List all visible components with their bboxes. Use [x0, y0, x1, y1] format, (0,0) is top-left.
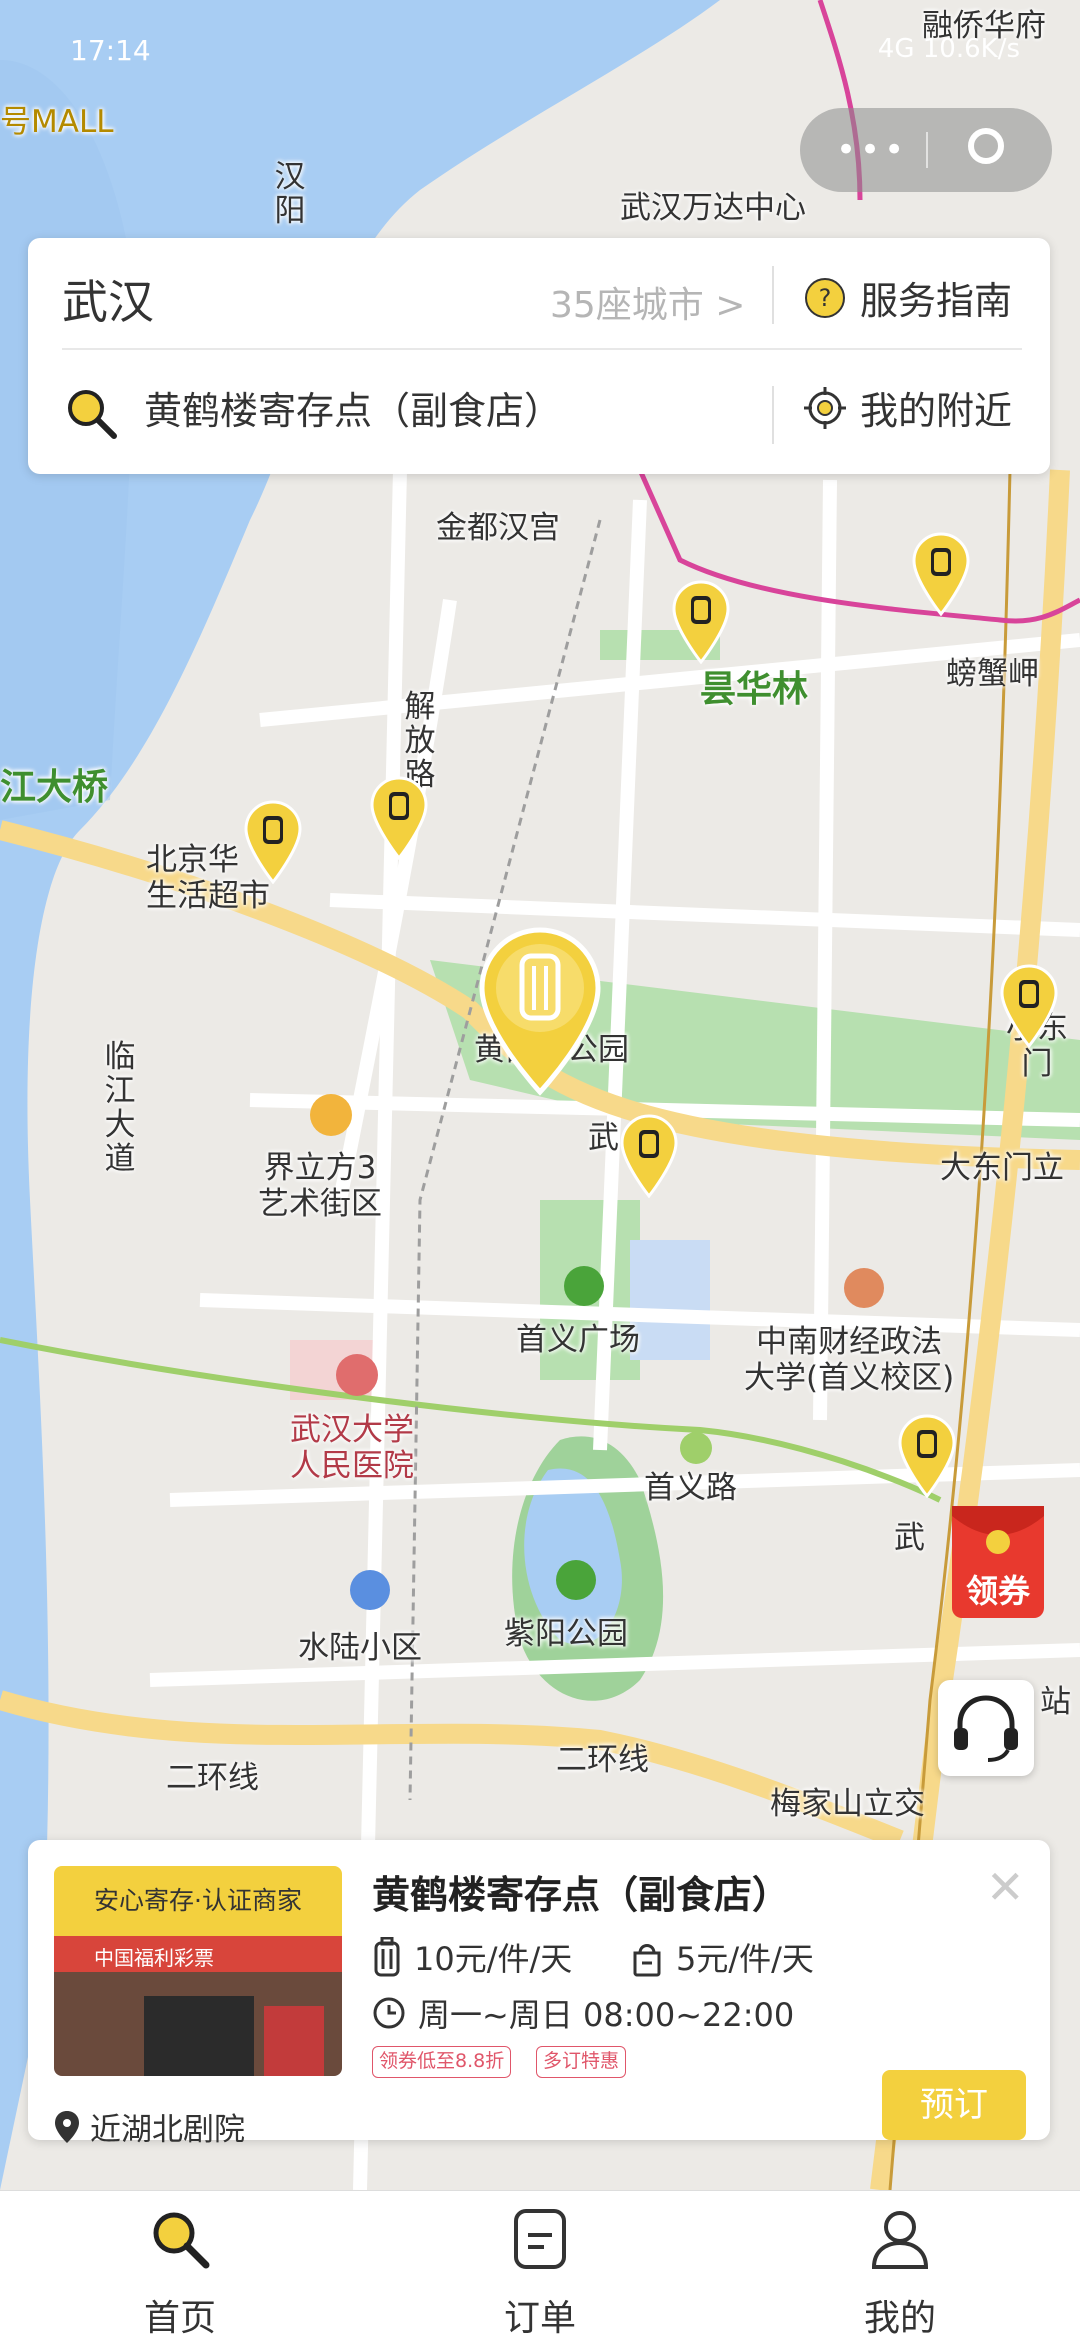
large-luggage-price-text: 10元/件/天: [414, 1940, 573, 1978]
suitcase-icon: [374, 1937, 400, 1977]
art-poi-icon: [310, 1094, 352, 1136]
store-location: 近湖北剧院: [54, 2104, 245, 2149]
tab-orders[interactable]: 订单: [430, 2191, 650, 2341]
tab-orders-label: 订单: [503, 2298, 576, 2339]
storage-pin-icon[interactable]: [370, 776, 428, 860]
coupon-button[interactable]: 领券: [946, 1502, 1050, 1622]
close-miniprogram-icon[interactable]: [968, 128, 1004, 164]
map-label-shouyi-road: 首义路: [644, 1470, 737, 1506]
map-label-shouyi-square: 首义广场: [516, 1322, 640, 1358]
photo-doorway: [144, 1996, 254, 2076]
customer-service-button[interactable]: [938, 1680, 1034, 1776]
help-icon: ?: [805, 277, 845, 318]
storage-pin-icon[interactable]: [898, 1414, 956, 1498]
storage-pin-icon[interactable]: [1000, 964, 1058, 1048]
photo-banner: [264, 2006, 324, 2076]
city-count-link[interactable]: 35座城市 >: [550, 276, 745, 328]
storage-pin-icon[interactable]: [244, 800, 302, 884]
large-luggage-price: 10元/件/天: [372, 1934, 572, 1980]
residence-poi-icon: [350, 1570, 390, 1610]
headset-icon: [954, 1695, 1018, 1762]
map-label-shuilu: 水陆小区: [298, 1630, 422, 1666]
location-pin-icon: [55, 2110, 79, 2143]
coupon-label: 领券: [965, 1572, 1030, 1610]
school-poi-icon: [844, 1268, 884, 1308]
hospital-poi-icon: [336, 1354, 378, 1396]
svg-text:?: ?: [819, 284, 832, 312]
storage-pin-icon[interactable]: [912, 532, 970, 616]
map-label-ziyang-park: 紫阳公园: [504, 1616, 628, 1652]
service-guide-button[interactable]: ? 服务指南: [804, 270, 1012, 325]
nearby-label: 我的附近: [860, 389, 1013, 433]
map-label-linjiang: 临江大道: [104, 1039, 136, 1177]
service-guide-label: 服务指南: [860, 279, 1013, 323]
map-label-wanda: 武汉万达中心: [620, 190, 806, 226]
order-icon: [514, 2209, 566, 2269]
storage-pin-icon[interactable]: [620, 1114, 678, 1198]
storage-pin-icon[interactable]: [672, 580, 730, 664]
map-label-xianhualin: 昙华林: [700, 669, 809, 710]
tab-home[interactable]: 首页: [70, 2191, 290, 2341]
more-icon[interactable]: •••: [836, 130, 908, 170]
opening-hours: 周一~周日 08:00~22:00: [372, 1990, 794, 2036]
map-label-station: 站: [1040, 1684, 1071, 1720]
photo-sign-text: 中国福利彩票: [94, 1946, 214, 1970]
status-network: 4G 10.6K/s: [877, 34, 1020, 64]
map-label-mall: 号MALL: [0, 104, 114, 140]
city-name[interactable]: 武汉: [62, 266, 154, 332]
search-input[interactable]: 黄鹤楼寄存点（副食店）: [144, 380, 562, 435]
store-photo[interactable]: 中国福利彩票: [54, 1936, 342, 2076]
close-icon[interactable]: ✕: [986, 1860, 1025, 1914]
status-bar: 17:14 4G 10.6K/s: [0, 0, 1080, 100]
divider: [772, 266, 774, 324]
map-label-ring-left: 二环线: [166, 1760, 259, 1796]
metro-poi-icon: [680, 1432, 712, 1464]
nearby-button[interactable]: 我的附近: [804, 380, 1012, 435]
store-info-card[interactable]: 安心寄存·认证商家 中国福利彩票 黄鹤楼寄存点（副食店） ✕ 10元/件/天 5…: [28, 1840, 1050, 2148]
multi-order-tag: 多订特惠: [536, 2046, 627, 2078]
store-location-text: 近湖北剧院: [90, 2112, 245, 2148]
bag-icon: [633, 1944, 661, 1977]
verified-merchant-badge: 安心寄存·认证商家: [54, 1866, 342, 1936]
book-button[interactable]: 预订: [882, 2070, 1026, 2140]
locate-icon: [804, 386, 846, 429]
capsule-divider: [926, 132, 928, 168]
discount-tag: 领券低至8.8折: [372, 2046, 512, 2078]
mini-program-capsule: •••: [800, 108, 1052, 192]
tab-home-label: 首页: [143, 2298, 216, 2339]
park-poi-icon: [564, 1266, 604, 1306]
map-label-meijiashan: 梅家山立交: [770, 1786, 925, 1822]
clock-icon: [373, 1997, 405, 2029]
tab-profile-label: 我的: [863, 2298, 936, 2339]
tab-bar: 首页 订单 我的: [0, 2190, 1080, 2341]
small-luggage-price-text: 5元/件/天: [676, 1940, 814, 1978]
small-luggage-price: 5元/件/天: [630, 1934, 814, 1980]
map-label-dadongmen: 大东门立: [940, 1150, 1064, 1186]
map-label-wu-road: 武: [588, 1120, 619, 1156]
map-label-pangxiejia: 螃蟹岬: [946, 656, 1039, 692]
status-time: 17:14: [70, 34, 151, 67]
map-label-zhongnan: 中南财经政法 大学(首义校区): [744, 1324, 955, 1396]
user-icon: [871, 2211, 929, 2269]
map-label-jindu: 金都汉宫: [436, 510, 560, 546]
search-icon: [153, 2212, 210, 2269]
map-label-wu-station: 武: [894, 1520, 925, 1556]
map-label-jielifang: 界立方3 艺术街区: [258, 1150, 382, 1222]
map-label-ring-right: 二环线: [556, 1742, 649, 1778]
map-label-hanyang-road: 汉阳: [274, 159, 306, 229]
opening-hours-text: 周一~周日 08:00~22:00: [418, 1996, 795, 2034]
park-poi-icon: [556, 1560, 596, 1600]
store-name: 黄鹤楼寄存点（副食店）: [372, 1873, 791, 1917]
divider: [772, 386, 774, 444]
search-icon: [68, 390, 117, 439]
selected-storage-pin-icon[interactable]: [478, 926, 602, 1096]
search-card: 武汉 35座城市 > ? 服务指南 黄鹤楼寄存点（副食店） 我的附近: [28, 238, 1050, 474]
tab-profile[interactable]: 我的: [790, 2191, 1010, 2341]
map-label-hospital: 武汉大学 人民医院: [290, 1412, 414, 1484]
map-label-bridge: 江大桥: [0, 767, 109, 808]
